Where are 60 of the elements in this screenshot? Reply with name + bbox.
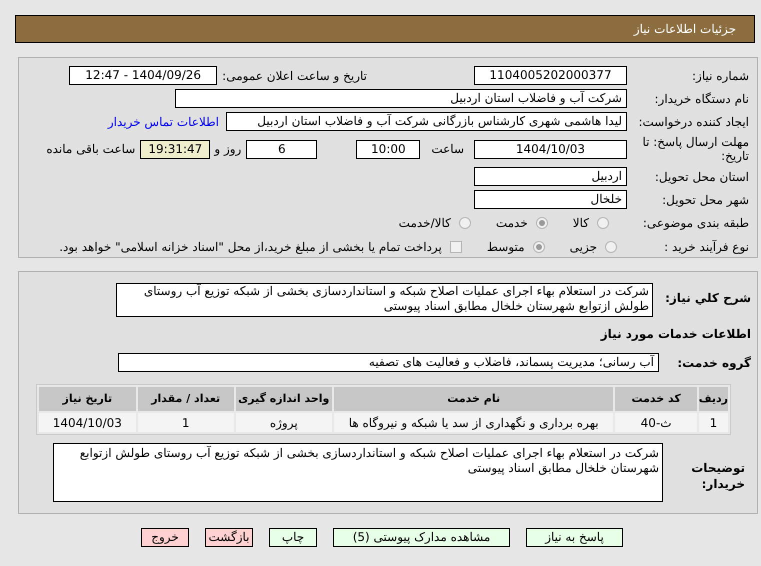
table-cell: ث-40 [615, 413, 697, 432]
radio-button[interactable] [605, 241, 617, 253]
checkbox[interactable] [450, 241, 462, 253]
announce-date-field: 1404/09/26 - 12:47 [69, 66, 218, 85]
field-label: نوع فرآیند خرید : [663, 240, 749, 254]
field-label: روز و [214, 141, 242, 158]
table-cell: 1404/10/03 [39, 413, 136, 432]
radio-button[interactable] [536, 217, 548, 229]
table-cell: بهره برداری و نگهداری از سد یا شبکه و نیروگاه ها [334, 413, 614, 432]
days-field: 6 [246, 140, 318, 158]
buyer-notes-field: شرکت در استعلام بهاء اجرای عملیات اصلاح شبکه و استانداردسازی بخشی از شبکه توزیع آب روستای طولش ازتوابع شهرستان خلخال مطابق اسناد پیوستی [53, 443, 663, 502]
deadline-time-field: 10:00 [356, 140, 420, 158]
field-label: شماره نیاز: [691, 68, 749, 82]
option-label: کالا/خدمت [398, 215, 451, 232]
radio-button[interactable] [532, 241, 545, 253]
field-label: شرح کلي نیاز: [664, 290, 751, 307]
field-label: ایجاد کننده درخواست: [637, 114, 749, 128]
description-field: شرکت در استعلام بهاء اجرای عملیات اصلاح شبکه و استانداردسازی بخشی از شبکه توزیع آب روستای طولش ازتوابع شهرستان خلخال مطابق اسناد پیوستی [116, 283, 653, 317]
field-label: طبقه بندی موضوعی: [642, 216, 749, 230]
table-cell: پروژه [236, 413, 332, 432]
field-label: استان محل تحویل: [654, 170, 749, 184]
radio-button[interactable] [597, 217, 609, 229]
field-label: شهر محل تحویل: [661, 192, 749, 206]
option-label: جزیی [570, 239, 597, 256]
radio-button[interactable] [458, 217, 471, 229]
option-label: خدمت [496, 215, 528, 232]
action-button[interactable]: مشاهده مدارک پیوستی (5) [333, 528, 510, 547]
deadline-date-field: 1404/10/03 [474, 140, 627, 158]
column-header: ردیف [698, 387, 728, 411]
buyer-contact-link[interactable]: اطلاعات تماس خریدار [108, 112, 219, 130]
column-header: تعداد / مقدار [138, 387, 234, 411]
field-label: نام دستگاه خریدار: [654, 92, 749, 106]
action-button[interactable]: بازگشت [205, 528, 253, 547]
table-cell: 1 [698, 413, 728, 432]
column-header: نام خدمت [334, 387, 614, 411]
column-header: کد خدمت [615, 387, 697, 411]
field-label: تاریخ و ساعت اعلان عمومی: [222, 68, 367, 84]
option-label: کالا [572, 215, 589, 232]
action-button[interactable]: چاپ [269, 528, 317, 547]
field-label: ساعت [431, 141, 464, 158]
checkbox-label: پرداخت تمام یا بخشی از مبلغ خرید،از محل "اسناد خزانه اسلامی" خواهد بود. [59, 239, 442, 256]
section-heading: اطلاعات خدمات مورد نیاز [599, 326, 751, 343]
page-title: جزئیات اطلاعات نیاز [634, 21, 736, 38]
requester-field: لیدا هاشمی شهری کارشناس بازرگانی شرکت آب و فاضلاب استان اردبیل [226, 112, 627, 131]
field-label: توضیحات خریدار: [690, 460, 746, 492]
action-button[interactable]: خروج [141, 528, 189, 547]
buyer-org-field: شرکت آب و فاضلاب استان اردبیل [175, 89, 627, 108]
city-field: خلخال [474, 190, 627, 209]
service-group-field: آب رسانی؛ مدیریت پسماند، فاضلاب و فعالیت های تصفیه [118, 353, 659, 372]
column-header: واحد اندازه گیری [236, 387, 332, 411]
column-header: تاریخ نیاز [39, 387, 136, 411]
option-label: متوسط [486, 239, 525, 256]
action-button[interactable]: پاسخ به نیاز [526, 528, 623, 547]
field-label: مهلت ارسال پاسخ: تا تاریخ: [641, 135, 749, 163]
table-cell: 1 [138, 413, 234, 432]
field-label: ساعت باقی مانده [46, 141, 136, 158]
province-field: اردبیل [474, 167, 627, 186]
remaining-time-field: 19:31:47 [140, 140, 210, 158]
field-label: گروه خدمت: [676, 354, 751, 372]
need-number-field: 1104005202000377 [474, 66, 627, 85]
